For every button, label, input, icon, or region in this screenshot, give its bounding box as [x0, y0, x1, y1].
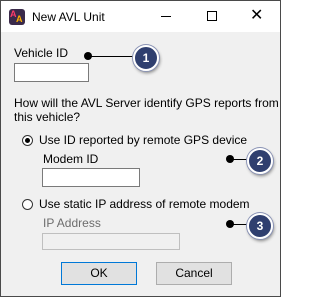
title-bar[interactable]: AA New AVL Unit ✕ [1, 1, 280, 32]
callout-badge-1: 1 [133, 45, 159, 71]
question-line-1: How will the AVL Server identify GPS rep… [14, 96, 279, 110]
question-line-2: this vehicle? [14, 110, 81, 124]
callout-1-leader [89, 56, 133, 57]
app-icon: AA [9, 9, 25, 25]
ok-button[interactable]: OK [61, 262, 137, 285]
radio-use-static-ip-label[interactable]: Use static IP address of remote modem [39, 197, 250, 211]
minimize-button[interactable] [143, 1, 189, 32]
vehicle-id-label: Vehicle ID [14, 46, 69, 60]
callout-badge-3: 3 [247, 213, 273, 239]
callout-badge-2: 2 [247, 148, 273, 174]
cancel-button[interactable]: Cancel [156, 262, 232, 285]
minimize-icon [161, 16, 171, 17]
vehicle-id-input[interactable] [14, 63, 89, 82]
maximize-button[interactable] [189, 1, 235, 32]
maximize-icon [207, 11, 217, 21]
close-icon: ✕ [250, 5, 264, 24]
modem-id-label: Modem ID [43, 152, 99, 166]
radio-use-device-id-label[interactable]: Use ID reported by remote GPS device [39, 133, 247, 147]
close-button[interactable]: ✕ [234, 1, 280, 32]
dialog-window: AA New AVL Unit ✕ Vehicle ID How will th… [0, 0, 281, 297]
radio-selected-dot [25, 138, 30, 143]
window-title: New AVL Unit [32, 10, 105, 24]
radio-use-device-id[interactable] [22, 135, 33, 146]
ip-address-label: IP Address [43, 216, 101, 230]
ip-address-input [42, 233, 180, 250]
radio-use-static-ip[interactable] [22, 199, 33, 210]
modem-id-input[interactable] [42, 168, 140, 187]
